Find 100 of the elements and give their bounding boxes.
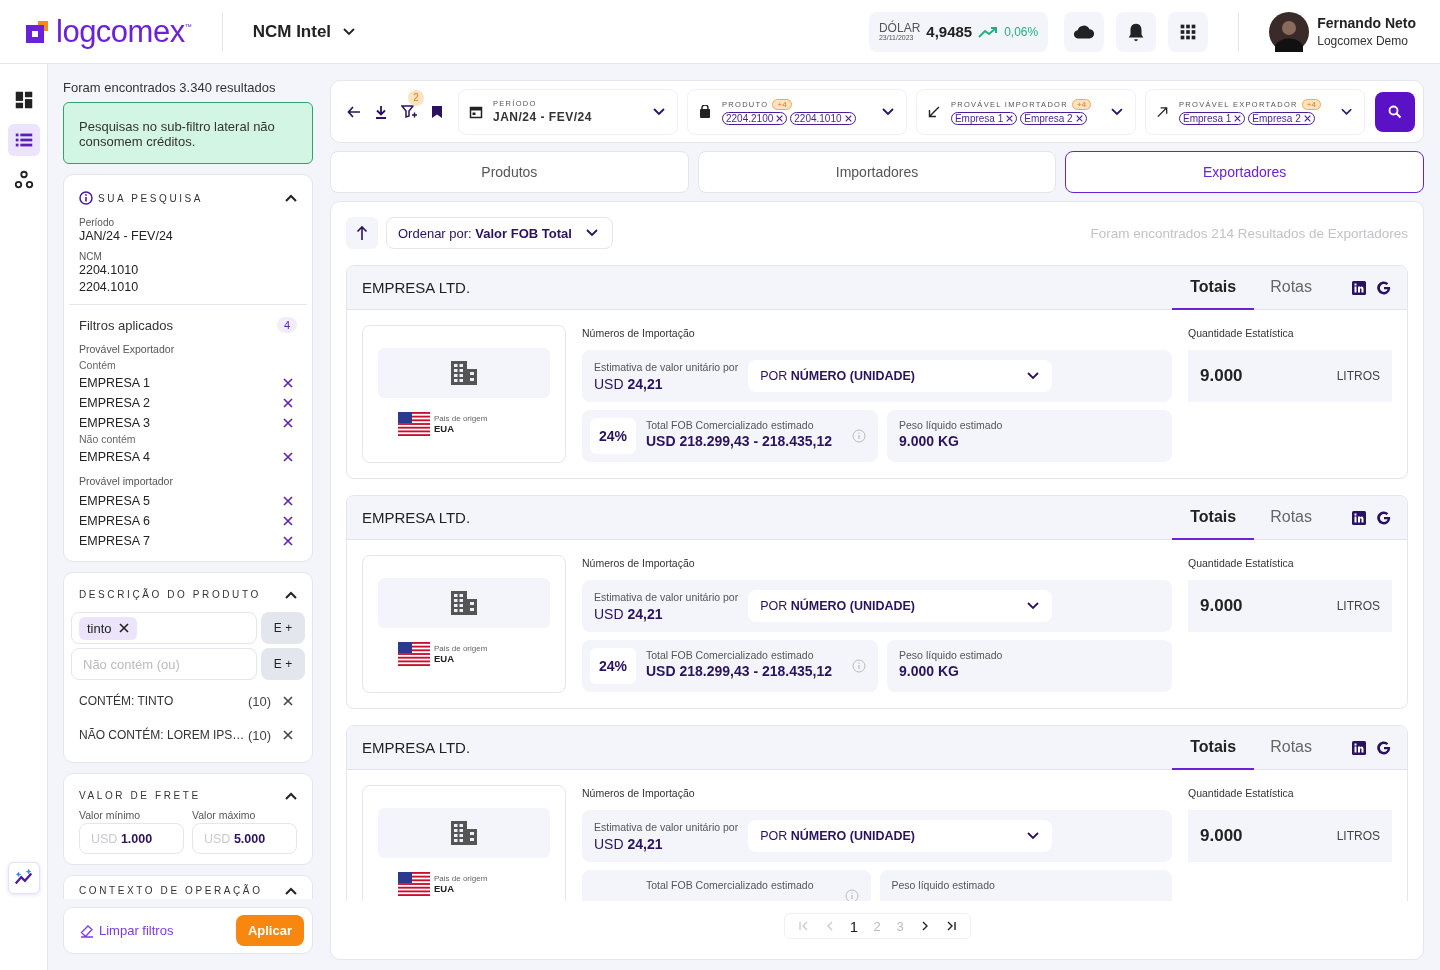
add-button[interactable]: E + <box>261 612 305 644</box>
notification-icon[interactable] <box>1116 11 1157 52</box>
arrow-up-right-icon <box>1156 104 1169 119</box>
ncm-code: 2204.1010 <box>79 279 140 296</box>
building-icon <box>450 820 478 846</box>
chevron-down-icon[interactable] <box>653 107 665 116</box>
remove-icon[interactable] <box>283 496 293 506</box>
collapse-icon[interactable] <box>285 590 297 599</box>
chevron-down-icon[interactable] <box>585 229 598 237</box>
download-icon[interactable] <box>375 104 387 119</box>
tag-chip[interactable]: tinto <box>79 616 137 640</box>
chevron-down-icon[interactable] <box>1340 107 1352 116</box>
bookmark-icon[interactable] <box>431 104 443 119</box>
remove-icon[interactable] <box>1075 114 1083 122</box>
remove-icon[interactable] <box>1234 114 1242 122</box>
linkedin-icon[interactable] <box>1352 280 1366 295</box>
tab[interactable]: Totais <box>1172 726 1255 770</box>
chevron-down-icon[interactable] <box>1027 602 1040 610</box>
stat-label: Estimativa de valor unitário por <box>594 590 739 603</box>
tab[interactable]: Importadores <box>697 151 1057 193</box>
remove-icon[interactable] <box>283 378 293 388</box>
stat-label: Estimativa de valor unitário por <box>594 360 739 373</box>
bag-icon <box>698 104 712 119</box>
remove-icon[interactable] <box>283 730 293 740</box>
sort-dropdown[interactable]: Ordenar por: Valor FOB Total <box>386 217 613 249</box>
google-icon[interactable] <box>1376 279 1392 296</box>
google-icon[interactable] <box>1376 509 1392 526</box>
sort-direction-button[interactable] <box>346 217 378 249</box>
chevron-down-icon[interactable] <box>1027 832 1040 840</box>
chevron-down-icon[interactable] <box>882 107 894 116</box>
quantity-unit: LITROS <box>1336 599 1380 613</box>
collapse-icon[interactable] <box>285 791 297 800</box>
list-icon[interactable] <box>7 124 40 156</box>
remove-icon[interactable] <box>283 516 293 526</box>
remove-icon[interactable] <box>1303 114 1311 122</box>
tab[interactable]: Rotas <box>1254 726 1328 770</box>
remove-icon[interactable] <box>283 398 293 408</box>
company-name: EMPRESA LTD. <box>362 739 471 756</box>
country-label: Pais de origem <box>434 414 488 423</box>
chevron-down-icon[interactable] <box>343 27 356 36</box>
stat-value: USD 218.299,43 - 218.435,12 <box>646 433 833 449</box>
tab[interactable]: Rotas <box>1254 266 1328 310</box>
apps-grid-icon[interactable] <box>1168 11 1209 52</box>
flag-icon <box>398 642 430 666</box>
remove-icon[interactable] <box>118 623 129 633</box>
logo-icon <box>24 18 50 45</box>
logo-text: logcomex <box>56 14 185 49</box>
company-name: EMPRESA 5 <box>79 494 150 508</box>
tab[interactable]: Exportadores <box>1065 151 1424 193</box>
clear-filters-link[interactable]: Limpar filtros <box>80 923 174 938</box>
tab[interactable]: Totais <box>1172 496 1255 540</box>
linkedin-icon[interactable] <box>1352 510 1366 525</box>
building-icon <box>450 360 478 386</box>
chevron-down-icon[interactable] <box>1027 372 1040 380</box>
filters-label: Filtros aplicados <box>79 317 173 333</box>
linkedin-icon[interactable] <box>1352 740 1366 755</box>
back-arrow-icon[interactable] <box>347 104 361 119</box>
search-button[interactable] <box>1375 91 1415 132</box>
rule-text: NÃO CONTÉM: LOREM IPS… <box>79 728 246 742</box>
tag-input[interactable]: tinto <box>71 612 257 644</box>
country-label: Pais de origem <box>434 874 488 883</box>
google-icon[interactable] <box>1376 739 1392 756</box>
section-title: VALOR DE FRETE <box>79 790 201 801</box>
remove-icon[interactable] <box>1006 114 1014 122</box>
unit-dropdown[interactable]: POR NÚMERO (UNIDADE) <box>748 590 1053 622</box>
remove-icon[interactable] <box>283 536 293 546</box>
group-label: Provável importador <box>79 475 174 487</box>
module-dropdown[interactable]: NCM Intel <box>252 21 356 42</box>
filter-add-icon[interactable] <box>401 103 417 120</box>
tab[interactable]: Rotas <box>1254 496 1328 540</box>
info-icon <box>79 191 93 205</box>
stat-label: Total FOB Comercializado estimado <box>646 879 814 891</box>
remove-icon[interactable] <box>844 114 852 122</box>
quantity-unit: LITROS <box>1336 829 1380 843</box>
sparkle-chart-icon[interactable] <box>7 862 40 894</box>
tab[interactable]: Totais <box>1172 266 1255 310</box>
collapse-icon[interactable] <box>285 886 297 895</box>
remove-icon[interactable] <box>283 696 293 706</box>
filter-value: JAN/24 - FEV/24 <box>493 110 592 124</box>
remove-icon[interactable] <box>283 418 293 428</box>
country-label: Pais de origem <box>434 644 488 653</box>
text-input[interactable]: Não contém (ou) <box>71 648 257 680</box>
chevron-down-icon[interactable] <box>1111 107 1123 116</box>
info-icon <box>852 659 867 673</box>
unit-value: USD 24,21 <box>594 835 664 852</box>
remove-icon[interactable] <box>283 452 293 462</box>
page-number[interactable]: 1 <box>844 915 864 937</box>
avatar <box>1269 11 1310 52</box>
cloud-icon[interactable] <box>1064 11 1105 52</box>
rate-change: 0,06% <box>1004 24 1039 39</box>
tab[interactable]: Produtos <box>330 151 689 193</box>
rule-count: (10) <box>247 727 271 743</box>
remove-icon[interactable] <box>776 114 784 122</box>
country-name: EUA <box>434 653 456 664</box>
field-label: Período <box>79 217 116 228</box>
unit-dropdown[interactable]: POR NÚMERO (UNIDADE) <box>748 820 1053 852</box>
collapse-icon[interactable] <box>285 194 297 202</box>
unit-value: USD 24,21 <box>594 375 664 392</box>
unit-dropdown[interactable]: POR NÚMERO (UNIDADE) <box>748 360 1053 392</box>
add-button[interactable]: E + <box>261 648 305 680</box>
